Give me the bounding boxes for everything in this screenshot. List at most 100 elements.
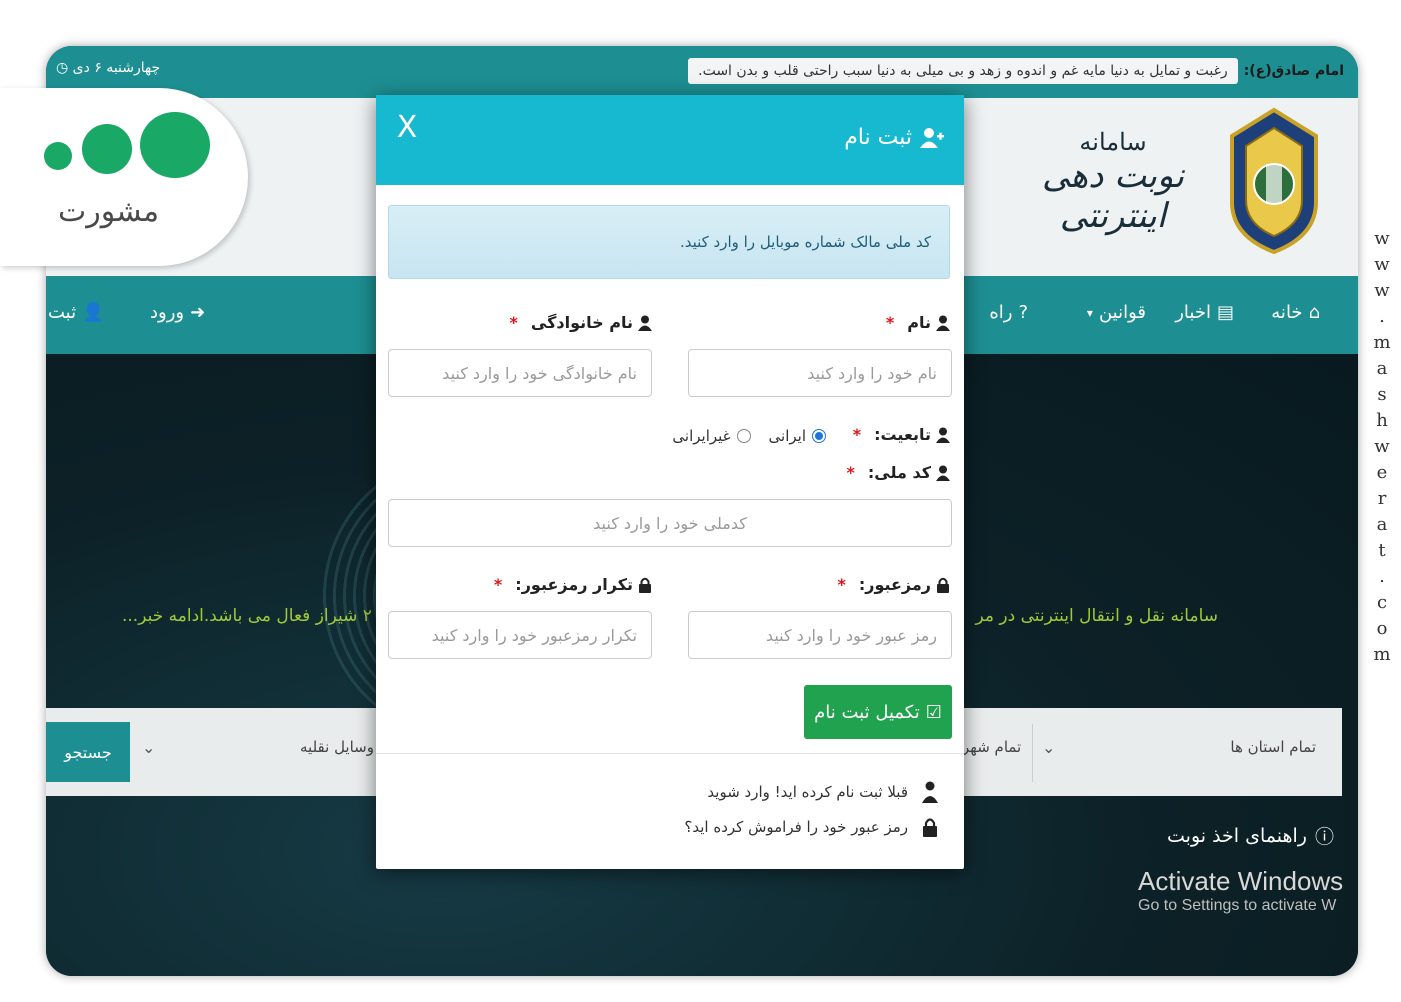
nav-rules-label: قوانین <box>1098 302 1146 323</box>
watermark-char: o <box>1376 618 1388 639</box>
user-plus-icon: 👤 <box>82 302 105 323</box>
vehicle-select[interactable]: وسایل نقلیه <box>300 738 374 756</box>
nav-news[interactable]: ▤ اخبار <box>1175 302 1234 323</box>
user-plus-icon <box>920 127 944 149</box>
required-mark: * <box>837 575 846 594</box>
complete-registration-label: تکمیل ثبت نام <box>814 701 920 723</box>
national-code-label: کد ملی: * <box>846 463 950 482</box>
national-code-input[interactable] <box>388 499 952 547</box>
user-icon <box>922 781 938 803</box>
nav-help-label: راه <box>989 302 1013 323</box>
daily-quote: امام صادق(ع): رغبت و تمایل به دنیا مایه … <box>688 56 1344 86</box>
info-icon: ⓘ <box>1314 826 1334 848</box>
question-icon: ? <box>1018 302 1028 323</box>
password-input[interactable] <box>688 611 952 659</box>
required-mark: * <box>885 313 895 332</box>
user-icon <box>936 465 950 481</box>
logo-dot-medium <box>82 124 132 174</box>
lock-icon <box>922 817 938 837</box>
first-name-label: نام * <box>886 313 950 332</box>
watermark-char: a <box>1376 358 1388 379</box>
city-select[interactable]: تمام شهر <box>962 738 1021 756</box>
radio-selected-icon[interactable] <box>812 429 826 443</box>
non-iranian-radio[interactable]: غیرایرانی <box>672 427 751 445</box>
last-name-input[interactable] <box>388 349 652 397</box>
nav-login[interactable]: ➜ ورود <box>150 302 205 323</box>
watermark-char: e <box>1376 462 1388 483</box>
activate-windows-title: Activate Windows <box>1138 866 1344 896</box>
check-square-icon: ☑ <box>925 701 942 723</box>
news-ticker-right[interactable]: سامانه نقل و انتقال اینترنتی در مر <box>976 606 1219 626</box>
site-watermark: www.mashwerat.com <box>1372 226 1392 668</box>
city-chevron-down-icon[interactable]: ⌄ <box>1042 738 1055 757</box>
nationality-label-text: تابعیت: <box>874 425 931 444</box>
nationality-options: ایرانی غیرایرانی <box>672 427 826 445</box>
info-alert: کد ملی مالک شماره موبایل را وارد کنید. <box>388 205 950 279</box>
watermark-char: c <box>1376 592 1388 613</box>
forgot-password-text[interactable]: رمز عبور خود را فراموش کرده اید؟ <box>684 818 908 836</box>
user-icon <box>936 315 950 331</box>
watermark-char: m <box>1373 644 1391 665</box>
iranian-radio[interactable]: ایرانی <box>769 427 826 445</box>
nav-home[interactable]: ⌂ خانه <box>1271 302 1320 323</box>
activate-windows-notice: Activate Windows Go to Settings to activ… <box>1138 866 1358 915</box>
nav-help[interactable]: ? راه <box>989 302 1028 323</box>
newspaper-icon: ▤ <box>1216 302 1234 323</box>
required-mark: * <box>846 463 855 482</box>
watermark-char: s <box>1377 384 1387 405</box>
watermark-char: . <box>1379 566 1385 587</box>
login-icon: ➜ <box>190 302 206 323</box>
police-emblem-icon <box>1226 106 1322 254</box>
watermark-char: m <box>1373 332 1391 353</box>
top-bar: ◷ چهارشنبه ۶ دی امام صادق(ع): رغبت و تما… <box>46 46 1358 98</box>
watermark-char: w <box>1374 436 1390 457</box>
register-modal: ثبت نام X کد ملی مالک شماره موبایل را وا… <box>376 95 964 869</box>
last-name-label: نام خانوادگی * <box>510 313 652 332</box>
close-button[interactable]: X <box>392 113 422 143</box>
watermark-char: a <box>1376 514 1388 535</box>
password-repeat-label-text: تکرار رمزعبور: <box>515 575 633 594</box>
search-divider <box>1032 724 1033 782</box>
nav-register[interactable]: 👤 ثبت <box>48 302 105 323</box>
vehicle-chevron-down-icon[interactable]: ⌄ <box>142 738 155 757</box>
province-select[interactable]: تمام استان ها <box>1230 738 1316 756</box>
nav-login-label: ورود <box>150 302 185 323</box>
site-title-line1: سامانه <box>1079 128 1147 156</box>
quote-label: امام صادق(ع): <box>1243 63 1344 79</box>
password-repeat-input[interactable] <box>388 611 652 659</box>
lock-icon <box>936 577 950 593</box>
login-link-text[interactable]: قبلا ثبت نام کرده اید! وارد شوید <box>707 783 908 801</box>
national-code-label-text: کد ملی: <box>867 463 931 482</box>
modal-title: ثبت نام <box>844 125 944 150</box>
logo-dot-small <box>44 142 72 170</box>
watermark-char: w <box>1374 254 1390 275</box>
watermark-char: t <box>1378 540 1386 561</box>
user-icon <box>936 427 950 443</box>
nav-rules[interactable]: قوانین ▾ <box>1087 302 1146 323</box>
forgot-password-link[interactable]: رمز عبور خود را فراموش کرده اید؟ <box>684 817 938 837</box>
password-label: رمزعبور: * <box>837 575 950 594</box>
search-button[interactable]: جستجو <box>46 722 130 782</box>
required-mark: * <box>493 575 503 594</box>
news-ticker-left[interactable]: ۲ شیراز فعال می باشد.ادامه خبر... <box>122 606 372 626</box>
complete-registration-button[interactable]: ☑ تکمیل ثبت نام <box>804 685 952 739</box>
watermark-char: w <box>1374 280 1390 301</box>
radio-unselected-icon[interactable] <box>736 429 751 443</box>
clock-icon: ◷ <box>56 60 69 76</box>
site-title-line2: نوبت دهی اینترنتی <box>1041 156 1185 236</box>
appointment-guide-label: راهنمای اخذ نوبت <box>1167 824 1307 847</box>
logo-wordmark: مشورت <box>58 194 160 229</box>
password-label-text: رمزعبور: <box>858 575 931 594</box>
nav-register-label: ثبت <box>48 302 77 323</box>
brand-logo: مشورت <box>0 88 248 266</box>
first-name-input[interactable] <box>688 349 952 397</box>
first-name-label-text: نام <box>907 313 931 332</box>
appointment-guide[interactable]: ⓘ راهنمای اخذ نوبت <box>1167 822 1334 849</box>
nav-news-label: اخبار <box>1175 302 1211 323</box>
password-repeat-label: تکرار رمزعبور: * <box>494 575 652 594</box>
modal-header: ثبت نام X <box>376 95 964 185</box>
user-icon <box>638 315 652 331</box>
login-link[interactable]: قبلا ثبت نام کرده اید! وارد شوید <box>707 781 938 803</box>
watermark-char: w <box>1374 228 1390 249</box>
iranian-radio-label: ایرانی <box>768 427 806 445</box>
